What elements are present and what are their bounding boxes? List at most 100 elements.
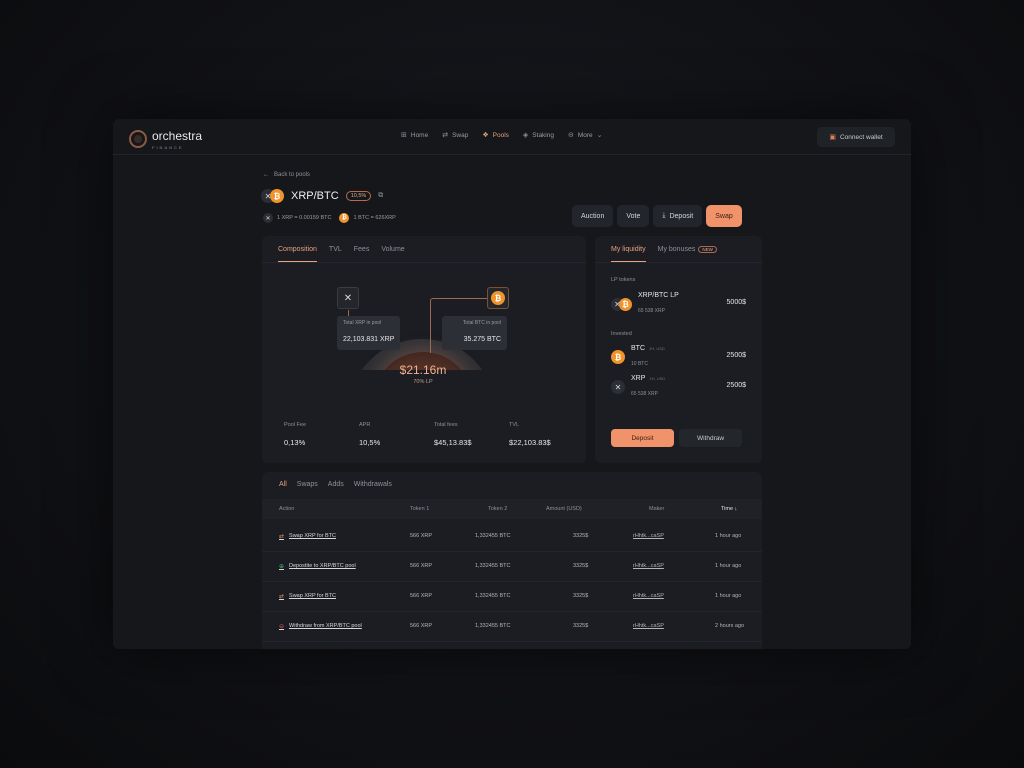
nav-item-swap[interactable]: ⇄ Swap: [442, 131, 469, 140]
nav-item-label: Staking: [532, 131, 554, 139]
tab-composition[interactable]: Composition: [278, 236, 317, 262]
table-row: ⇄ Swap XRP for BTC 566 XRP 1,332455 BTC 3…: [262, 582, 762, 612]
swap-icon: ⇄: [279, 594, 285, 600]
row-token2: 1,332455 BTC: [475, 563, 511, 569]
swap-button[interactable]: Swap: [706, 205, 742, 227]
top-navigation: orchestra FINANCE ⊞ Home ⇄ Swap ❖ Pools …: [113, 119, 911, 155]
row-token1: 566 XRP: [410, 563, 433, 569]
row-token2: 1,332455 BTC: [475, 533, 511, 539]
grid-icon: ⊞: [401, 132, 407, 139]
tab-fees[interactable]: Fees: [354, 236, 370, 262]
btc-coin-icon: ₿: [491, 291, 505, 305]
row-token1: 566 XRP: [410, 533, 433, 539]
composition-tabs: Composition TVL Fees Volume: [278, 236, 405, 262]
row-maker-link[interactable]: rHhtk...caSP: [633, 563, 664, 569]
liquidity-deposit-button[interactable]: Deposit: [611, 429, 674, 447]
lp-token-amount: 5000$: [726, 299, 746, 306]
swap-icon: ⇄: [279, 534, 285, 540]
tab-my-liquidity[interactable]: My liquidity: [611, 236, 646, 262]
connect-wallet-label: Connect wallet: [839, 133, 883, 141]
xrp-pool-label: Total XRP in pool: [343, 320, 382, 326]
invested-tag: 1H, USD: [649, 375, 666, 381]
deposit-button[interactable]: ⤓ Deposit: [653, 205, 703, 227]
btc-coin-icon: ₿: [270, 189, 284, 203]
swap-icon: ⇄: [442, 132, 449, 139]
row-maker-link[interactable]: rHhtk...caSP: [633, 593, 664, 599]
invested-row-btc: ₿ BTC 1H, USD 10 BTC 2500$: [611, 345, 746, 368]
nav-item-label: Swap: [452, 131, 469, 139]
row-action-link[interactable]: ⇄ Swap XRP for BTC: [279, 533, 336, 540]
activity-panel: All Swaps Adds Withdrawals Action Token …: [262, 472, 762, 649]
brand-text: orchestra FINANCE: [152, 127, 202, 150]
back-to-pools-link[interactable]: ← Back to pools: [263, 172, 310, 178]
col-amount: Amount (USD): [546, 506, 582, 512]
nav-menu: ⊞ Home ⇄ Swap ❖ Pools ◈ Staking ⊖ More ⌄: [401, 131, 603, 140]
liquidity-withdraw-button[interactable]: Withdraw: [679, 429, 742, 447]
invested-heading: Invested: [611, 331, 632, 337]
pools-icon: ❖: [482, 132, 489, 139]
row-action-text: Swap XRP for BTC: [289, 533, 337, 539]
brand-logo[interactable]: orchestra FINANCE: [129, 127, 202, 150]
app-window: orchestra FINANCE ⊞ Home ⇄ Swap ❖ Pools …: [113, 119, 911, 649]
stat-apr: APR 10,5%: [359, 422, 434, 450]
invested-tag: 1H, USD: [649, 345, 665, 351]
row-action-text: Depostite to XRP/BTC pool: [289, 563, 356, 569]
deposit-circle-icon: ⊕: [279, 564, 285, 570]
tab-tvl[interactable]: TVL: [329, 236, 342, 262]
row-action-link[interactable]: ⊖ Withdraw from XRP/BTC pool: [279, 623, 362, 630]
row-maker-link[interactable]: rHhtk...caSP: [633, 533, 664, 539]
nav-item-more[interactable]: ⊖ More ⌄: [568, 131, 603, 140]
rate-xrp: ✕ 1 XRP = 0.00159 BTC: [263, 213, 331, 223]
nav-item-label: More: [577, 131, 593, 139]
auction-button[interactable]: Auction: [572, 205, 614, 227]
row-action-link[interactable]: ⊕ Depostite to XRP/BTC pool: [279, 563, 356, 570]
vote-button[interactable]: Vote: [617, 205, 650, 227]
row-token2: 1,332455 BTC: [475, 593, 511, 599]
nav-item-home[interactable]: ⊞ Home: [401, 131, 428, 140]
tab-all[interactable]: All: [279, 481, 287, 488]
arrow-left-icon: ←: [263, 172, 269, 178]
row-action-text: Withdraw from XRP/BTC pool: [289, 623, 362, 629]
lp-token-row: ✕ ₿ XRP/BTC LP 65 538 XRP 5000$: [611, 291, 746, 315]
row-time: 1 hour ago: [715, 533, 742, 539]
row-time: 1 hour ago: [715, 563, 742, 569]
table-row: ⊖ Withdraw from XRP/BTC pool 566 XRP 1,33…: [262, 612, 762, 642]
invested-amount: 2500$: [726, 382, 746, 389]
activity-tabs: All Swaps Adds Withdrawals: [279, 472, 392, 496]
external-link-icon[interactable]: ⧉: [378, 192, 383, 200]
xrp-node-icon: ✕: [337, 287, 359, 309]
connect-wallet-button[interactable]: ▣ Connect wallet: [817, 127, 895, 147]
back-label: Back to pools: [274, 172, 311, 178]
liquidity-tabs: My liquidity My bonuses NEW: [611, 236, 717, 262]
pair-icons: ✕ ₿: [261, 189, 284, 203]
row-time: 2 hours ago: [715, 623, 745, 629]
pool-actions: Auction Vote ⤓ Deposit Swap: [572, 205, 742, 227]
tab-adds[interactable]: Adds: [328, 481, 344, 488]
lp-token-name: XRP/BTC LP: [638, 291, 679, 299]
tab-withdrawals[interactable]: Withdrawals: [354, 481, 392, 488]
row-action-link[interactable]: ⇄ Swap XRP for BTC: [279, 593, 336, 600]
brand-sub: FINANCE: [152, 145, 184, 150]
invested-sub: 65 538 XRP: [631, 390, 658, 397]
rate-btc-text: 1 BTC = 626XRP: [353, 215, 396, 221]
invested-sub: 10 BTC: [631, 360, 648, 367]
stat-label: TVL: [509, 422, 520, 428]
table-row: ⇄ Swap XRP for BTC 566 XRP 1,332455 BTC 3…: [262, 522, 762, 552]
download-icon: ⤓: [662, 212, 666, 219]
invested-names: XRP 1H, USD 65 538 XRP: [631, 375, 665, 400]
nav-item-staking[interactable]: ◈ Staking: [523, 131, 554, 140]
stat-value: 0,13%: [284, 438, 306, 447]
pool-total-value: $21.16m: [399, 363, 447, 377]
tab-swaps[interactable]: Swaps: [297, 481, 318, 488]
rate-btc: ₿ 1 BTC = 626XRP: [339, 213, 396, 223]
invested-amount: 2500$: [726, 352, 746, 359]
col-time-sort[interactable]: Time ↓: [721, 506, 737, 512]
btc-pool-value: 35.275 BTC: [463, 336, 501, 343]
nav-item-pools[interactable]: ❖ Pools: [482, 131, 509, 140]
tab-my-bonuses[interactable]: My bonuses NEW: [658, 236, 717, 262]
invested-row-xrp: ✕ XRP 1H, USD 65 538 XRP 2500$: [611, 375, 746, 400]
tab-volume[interactable]: Volume: [381, 236, 404, 262]
xrp-coin-icon: ✕: [611, 380, 625, 394]
tab-divider: [595, 262, 762, 263]
row-maker-link[interactable]: rHhtk...caSP: [633, 623, 664, 629]
